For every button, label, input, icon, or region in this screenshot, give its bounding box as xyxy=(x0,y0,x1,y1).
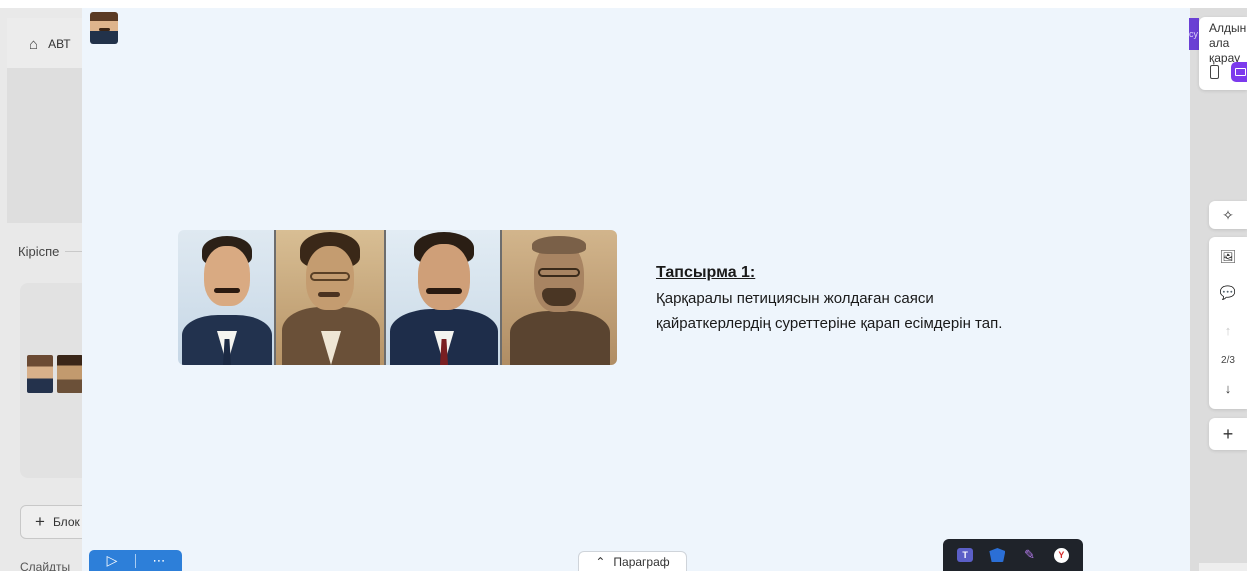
portrait-mustache xyxy=(426,288,462,294)
add-icon: + xyxy=(1222,423,1234,444)
portrait-glasses xyxy=(538,268,580,277)
portrait-beard xyxy=(542,288,576,306)
yandex-browser-icon[interactable]: Y xyxy=(1053,547,1069,563)
portrait-3 xyxy=(386,230,502,365)
thumbnail-portrait-1[interactable] xyxy=(27,355,53,393)
more-icon[interactable]: ⋯ xyxy=(136,553,182,569)
top-strip xyxy=(0,0,1247,8)
scrollbar[interactable] xyxy=(1199,563,1247,571)
publish-button-edge-text: су xyxy=(1189,29,1198,39)
task-line-2: қайраткерлердің суреттеріне қарап есімде… xyxy=(656,315,1003,332)
preview-card: Алдын ала қарау xyxy=(1199,17,1247,90)
add-slide-button[interactable]: + xyxy=(1209,418,1247,450)
slide-canvas[interactable]: Тапсырма 1: Қарқаралы петициясын жолдаға… xyxy=(82,8,1190,571)
expand-icon: ⌃ xyxy=(595,555,606,569)
plus-icon: + xyxy=(35,512,45,531)
desktop-icon[interactable] xyxy=(1231,62,1247,82)
portrait-head xyxy=(418,244,470,310)
slides-label: Слайдты xyxy=(20,560,71,571)
tool-stack: 🖼 💬 ↑ 2/3 ↓ xyxy=(1209,237,1247,409)
publish-button-edge[interactable]: су xyxy=(1189,18,1199,50)
task-line-1: Қарқаралы петициясын жолдаған саяси xyxy=(656,290,934,307)
paragraph-label: Параграф xyxy=(613,555,670,569)
play-icon[interactable]: ▷ xyxy=(89,552,135,569)
thumbnail-portrait-2[interactable] xyxy=(57,355,83,393)
portrait-body xyxy=(510,311,610,365)
sparkle-icon: ✧ xyxy=(1222,206,1234,223)
portraits-image[interactable] xyxy=(178,230,617,365)
portrait-head xyxy=(204,246,250,306)
add-block-button[interactable]: + Блок xyxy=(20,505,90,539)
preview-label: Алдын ала қарау xyxy=(1209,21,1247,65)
teams-icon[interactable]: T xyxy=(957,548,974,562)
portrait-mustache xyxy=(318,292,340,297)
slide-preview-box xyxy=(7,68,90,223)
section-label: Кіріспе xyxy=(18,244,60,259)
paragraph-button[interactable]: ⌃ Параграф xyxy=(578,551,687,571)
portrait-2 xyxy=(276,230,386,365)
portrait-hair xyxy=(532,236,586,254)
add-block-label: Блок xyxy=(52,515,80,529)
home-bar[interactable]: ⌂ АВТ xyxy=(7,18,90,70)
portrait-mustache xyxy=(214,288,240,293)
system-taskbar: T ✎ Y xyxy=(943,539,1083,571)
image-icon[interactable]: 🖼 xyxy=(1209,249,1247,265)
avatar[interactable] xyxy=(90,12,118,44)
phone-icon[interactable] xyxy=(1210,65,1219,79)
portrait-1 xyxy=(178,230,276,365)
arrow-down-icon[interactable]: ↓ xyxy=(1209,381,1247,396)
home-label[interactable]: АВТ xyxy=(48,37,71,51)
page-indicator: 2/3 xyxy=(1221,355,1235,366)
comment-icon[interactable]: 💬 xyxy=(1209,285,1247,301)
ai-sparkle-button[interactable]: ✧ xyxy=(1209,201,1247,229)
security-shield-icon[interactable] xyxy=(989,548,1006,562)
portrait-4 xyxy=(502,230,617,365)
task-title: Тапсырма 1: xyxy=(656,264,756,281)
section-header: Кіріспе xyxy=(18,244,90,259)
present-toolbar: ▷ ⋯ xyxy=(89,550,182,571)
portrait-glasses xyxy=(310,272,350,281)
task-text-block[interactable]: Тапсырма 1: Қарқаралы петициясын жолдаға… xyxy=(656,260,1136,336)
pen-icon[interactable]: ✎ xyxy=(1022,547,1038,562)
home-icon[interactable]: ⌂ xyxy=(29,36,38,53)
arrow-up-icon[interactable]: ↑ xyxy=(1209,323,1247,338)
